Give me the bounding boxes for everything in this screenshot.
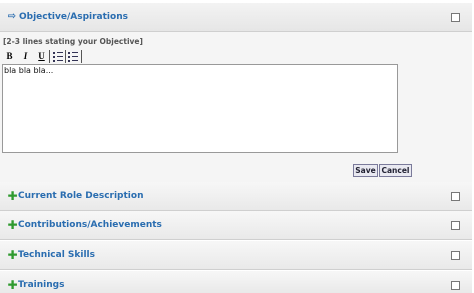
plus-icon: ✚ [7,218,18,232]
save-button[interactable]: Save [353,164,378,177]
section-checkbox[interactable] [451,221,460,230]
objective-section-header[interactable]: ⇨ Objective/Aspirations [0,3,472,32]
objective-section-title[interactable]: Objective/Aspirations [19,12,128,22]
section-title[interactable]: Trainings [18,280,64,290]
bold-button[interactable]: B [3,50,16,63]
toolbar-divider [81,50,82,63]
section-checkbox[interactable] [451,281,460,290]
section-checkbox[interactable] [451,192,460,201]
underline-button[interactable]: U [35,50,48,63]
toolbar-divider [65,50,66,63]
objective-hint: [2-3 lines stating your Objective] [3,37,143,46]
cancel-button[interactable]: Cancel [379,164,412,177]
plus-icon: ✚ [7,248,18,262]
section-header-current-role[interactable]: ✚ Current Role Description [0,182,472,211]
italic-button[interactable]: I [19,50,32,63]
toolbar-divider [49,50,50,63]
unordered-list-icon[interactable] [68,52,78,62]
objective-checkbox[interactable] [451,13,460,22]
section-header-trainings[interactable]: ✚ Trainings [0,271,472,293]
objective-editor[interactable]: bla bla bla... [2,64,398,153]
editor-toolbar: B I U [3,50,83,63]
section-title[interactable]: Contributions/Achievements [18,220,162,230]
ordered-list-icon[interactable] [53,52,63,62]
section-header-contributions[interactable]: ✚ Contributions/Achievements [0,211,472,240]
section-header-technical-skills[interactable]: ✚ Technical Skills [0,241,472,270]
arrow-right-icon: ⇨ [7,11,17,22]
section-checkbox[interactable] [451,251,460,260]
plus-icon: ✚ [7,278,18,292]
section-title[interactable]: Technical Skills [18,250,95,260]
section-title[interactable]: Current Role Description [18,191,143,201]
plus-icon: ✚ [7,189,18,203]
